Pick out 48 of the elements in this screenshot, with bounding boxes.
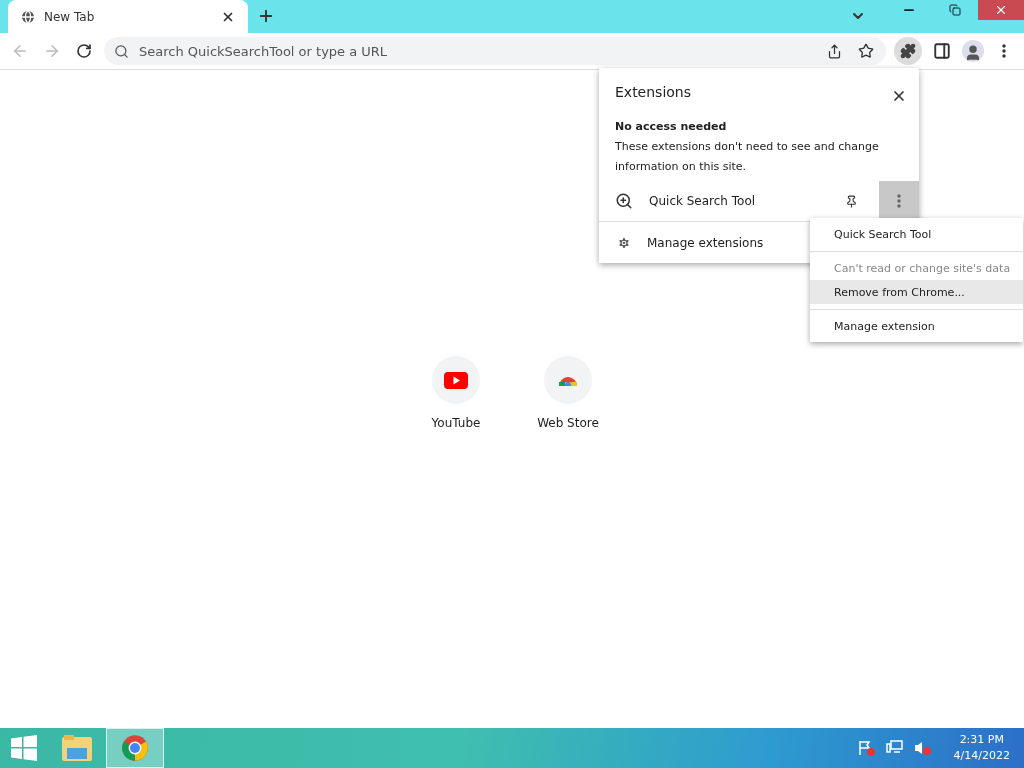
- puzzle-icon: [900, 43, 916, 59]
- arrow-right-icon: [43, 42, 61, 60]
- close-icon: [891, 88, 907, 104]
- shortcut-label[interactable]: Web Store: [537, 416, 599, 430]
- close-icon: [994, 3, 1008, 17]
- clock[interactable]: 2:31 PM 4/14/2022: [953, 732, 1010, 764]
- play-icon: [444, 371, 468, 389]
- star-icon: [858, 43, 874, 59]
- shortcut-tile[interactable]: [432, 356, 480, 404]
- pin-icon: [844, 194, 858, 208]
- more-icon: [1002, 44, 1006, 58]
- profile-avatar[interactable]: [962, 40, 984, 62]
- windows-icon: [11, 735, 37, 761]
- globe-icon: [20, 8, 36, 25]
- address-bar[interactable]: Search QuickSearchTool or type a URL: [104, 37, 886, 65]
- side-panel-icon: [933, 42, 951, 60]
- more-button[interactable]: [879, 181, 919, 221]
- rainbow-icon: [558, 374, 578, 386]
- address-field[interactable]: Search QuickSearchTool or type a URL: [137, 42, 814, 60]
- reload-icon: [76, 43, 92, 59]
- folder-icon: [61, 734, 93, 762]
- network-icon[interactable]: [885, 740, 904, 756]
- gear-icon: [617, 235, 631, 250]
- search-icon: [114, 43, 129, 59]
- section-text: These extensions don't need to see and change information on this site.: [615, 139, 880, 175]
- tab-title: New Tab: [44, 9, 96, 24]
- shortcut-tile[interactable]: [544, 356, 592, 404]
- plus-icon: [257, 7, 275, 25]
- clock-time: 2:31 PM: [959, 732, 1004, 748]
- restore-icon: [949, 4, 961, 16]
- menu-item[interactable]: Remove from Chrome...: [810, 280, 1023, 304]
- clock-date: 4/14/2022: [953, 748, 1010, 764]
- chrome-icon: [121, 734, 149, 762]
- popup-title: Extensions: [615, 84, 692, 102]
- manage-extensions-label: Manage extensions: [647, 235, 764, 250]
- taskbar-app[interactable]: [106, 728, 164, 768]
- more-icon: [897, 194, 901, 208]
- shortcut-label[interactable]: YouTube: [431, 416, 481, 430]
- section-heading: No access needed: [615, 120, 728, 133]
- person-icon: [964, 44, 982, 62]
- magnifier-icon: [615, 192, 633, 210]
- flag-icon[interactable]: [857, 740, 876, 756]
- extension-name[interactable]: Quick Search Tool: [649, 194, 823, 208]
- extensions-button[interactable]: [894, 37, 922, 65]
- speaker-icon[interactable]: [913, 740, 932, 756]
- share-icon: [826, 43, 842, 59]
- browser-tab[interactable]: New Tab: [8, 0, 248, 33]
- menu-item[interactable]: Manage extension: [810, 314, 1023, 338]
